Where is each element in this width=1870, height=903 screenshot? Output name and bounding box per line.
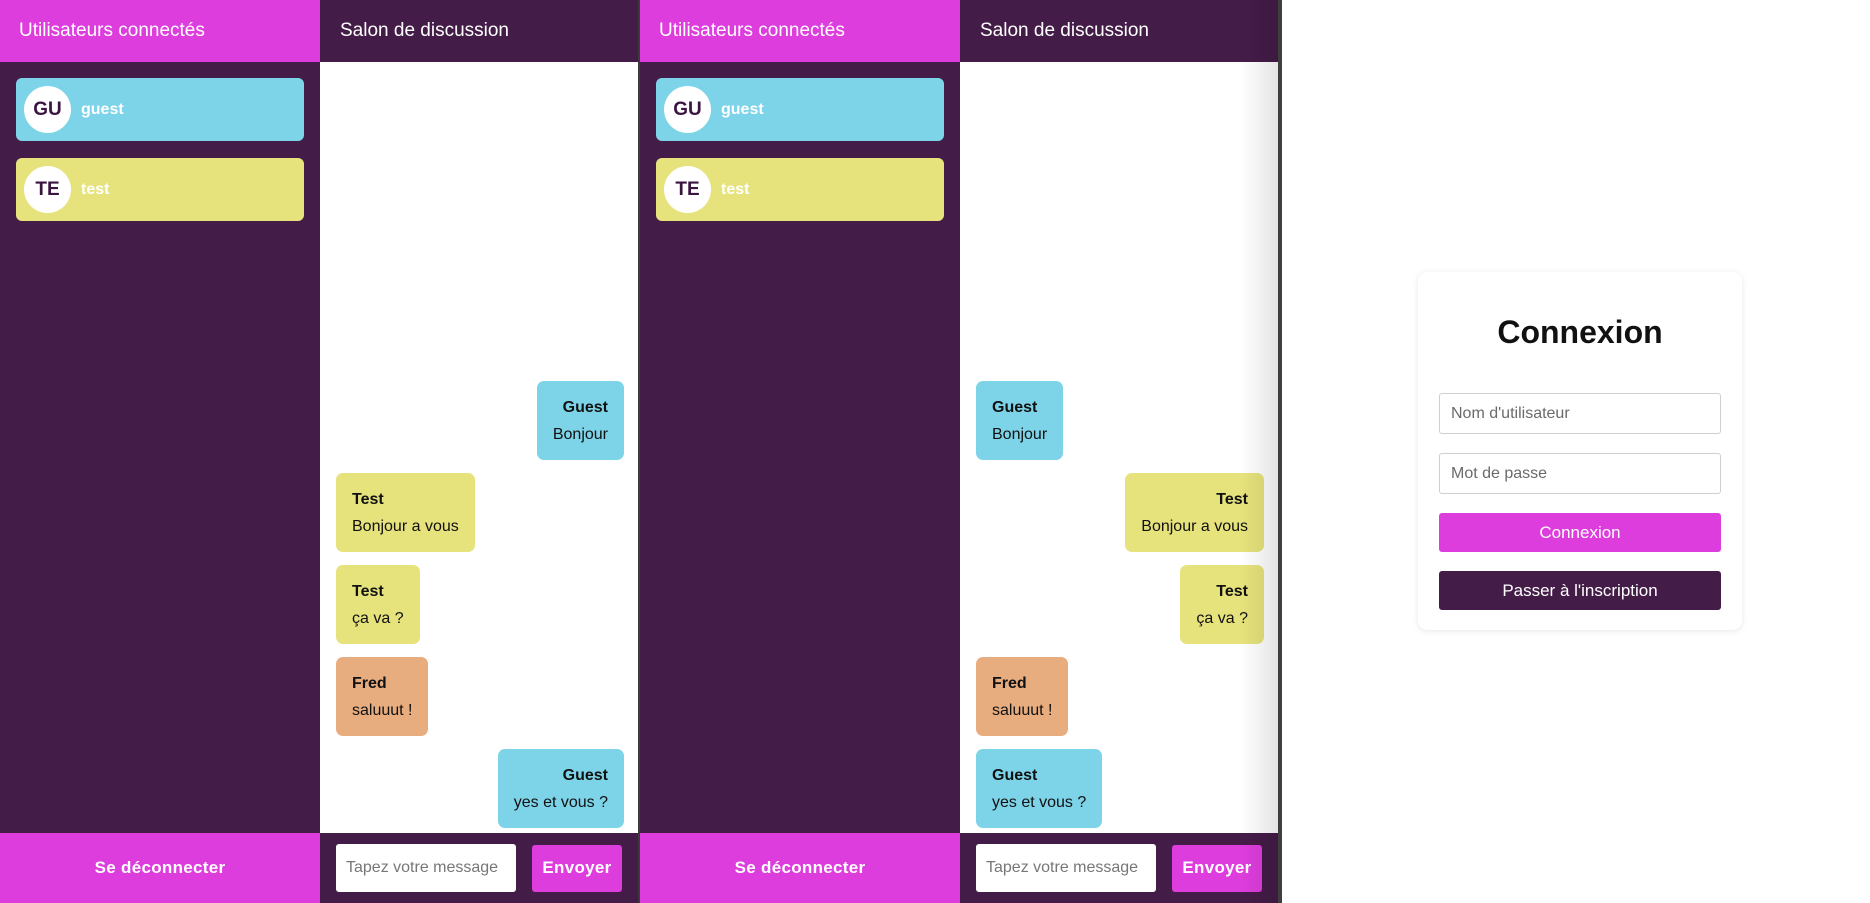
- message-text: yes et vous ?: [513, 794, 608, 811]
- message-text: saluuut !: [352, 702, 413, 719]
- avatar: TE: [24, 166, 71, 213]
- user-card-guest[interactable]: GU guest: [656, 78, 944, 141]
- login-title: Connexion: [1497, 314, 1663, 350]
- message-text: Bonjour a vous: [1141, 518, 1248, 535]
- message-composer: Envoyer: [960, 833, 1280, 903]
- message-author: Test: [352, 491, 384, 508]
- message-author: Guest: [562, 767, 608, 784]
- switch-to-register-button[interactable]: Passer à l'inscription: [1439, 571, 1721, 610]
- avatar: TE: [664, 166, 711, 213]
- message-input[interactable]: [336, 844, 516, 892]
- avatar: GU: [24, 86, 71, 133]
- login-submit-button[interactable]: Connexion: [1439, 513, 1721, 552]
- users-sidebar: Utilisateurs connectés GU guest TE test …: [640, 0, 960, 903]
- message-composer: Envoyer: [320, 833, 640, 903]
- message-bubble: Guest Bonjour: [976, 381, 1064, 460]
- window-border: [1278, 0, 1282, 903]
- user-name: guest: [81, 100, 124, 118]
- user-card-test[interactable]: TE test: [16, 158, 304, 221]
- chat-title: Salon de discussion: [960, 0, 1280, 62]
- logout-button[interactable]: Se déconnecter: [640, 833, 960, 903]
- login-card: Connexion Connexion Passer à l'inscripti…: [1418, 272, 1742, 630]
- message-author: Guest: [562, 399, 608, 416]
- message-text: Bonjour a vous: [352, 518, 459, 535]
- sidebar-title: Utilisateurs connectés: [0, 0, 320, 62]
- message-bubble: Fred saluuut !: [336, 657, 429, 736]
- message-text: yes et vous ?: [992, 794, 1087, 811]
- user-card-test[interactable]: TE test: [656, 158, 944, 221]
- message-bubble: Guest Bonjour: [536, 381, 624, 460]
- chat-title: Salon de discussion: [320, 0, 640, 62]
- message-author: Fred: [352, 675, 387, 692]
- message-text: Bonjour: [992, 426, 1048, 443]
- message-author: Guest: [992, 399, 1038, 416]
- window-shadow: [1240, 0, 1278, 903]
- message-text: Bonjour: [552, 426, 608, 443]
- user-list: GU guest TE test: [640, 62, 960, 833]
- avatar: GU: [664, 86, 711, 133]
- chat-panel: Salon de discussion Guest Bonjour Test B…: [960, 0, 1280, 903]
- screen: Utilisateurs connectés GU guest TE test …: [0, 0, 1870, 903]
- user-name: test: [81, 180, 110, 198]
- message-author: Test: [1216, 491, 1248, 508]
- logout-button[interactable]: Se déconnecter: [0, 833, 320, 903]
- message-bubble: Test Bonjour a vous: [336, 473, 475, 552]
- message-text: ça va ?: [352, 610, 404, 627]
- user-list: GU guest TE test: [0, 62, 320, 833]
- message-bubble: Guest yes et vous ?: [497, 749, 624, 828]
- sidebar-title: Utilisateurs connectés: [640, 0, 960, 62]
- chat-panel: Salon de discussion Guest Bonjour Test B…: [320, 0, 640, 903]
- message-bubble: Fred saluuut !: [976, 657, 1069, 736]
- chat-app-window-1: Utilisateurs connectés GU guest TE test …: [0, 0, 640, 903]
- message-input[interactable]: [976, 844, 1156, 892]
- message-author: Guest: [992, 767, 1038, 784]
- message-bubble: Guest yes et vous ?: [976, 749, 1103, 828]
- users-sidebar: Utilisateurs connectés GU guest TE test …: [0, 0, 320, 903]
- username-input[interactable]: [1439, 393, 1721, 434]
- send-button[interactable]: Envoyer: [532, 844, 622, 892]
- user-name: guest: [721, 100, 764, 118]
- message-bubble: Test ça va ?: [336, 565, 420, 644]
- message-list[interactable]: Guest Bonjour Test Bonjour a vous Test ç…: [960, 62, 1280, 833]
- message-text: saluuut !: [992, 702, 1053, 719]
- message-author: Test: [352, 583, 384, 600]
- chat-app-window-2: Utilisateurs connectés GU guest TE test …: [640, 0, 1280, 903]
- message-list[interactable]: Guest Bonjour Test Bonjour a vous Test ç…: [320, 62, 640, 833]
- user-card-guest[interactable]: GU guest: [16, 78, 304, 141]
- user-name: test: [721, 180, 750, 198]
- password-input[interactable]: [1439, 453, 1721, 494]
- message-author: Fred: [992, 675, 1027, 692]
